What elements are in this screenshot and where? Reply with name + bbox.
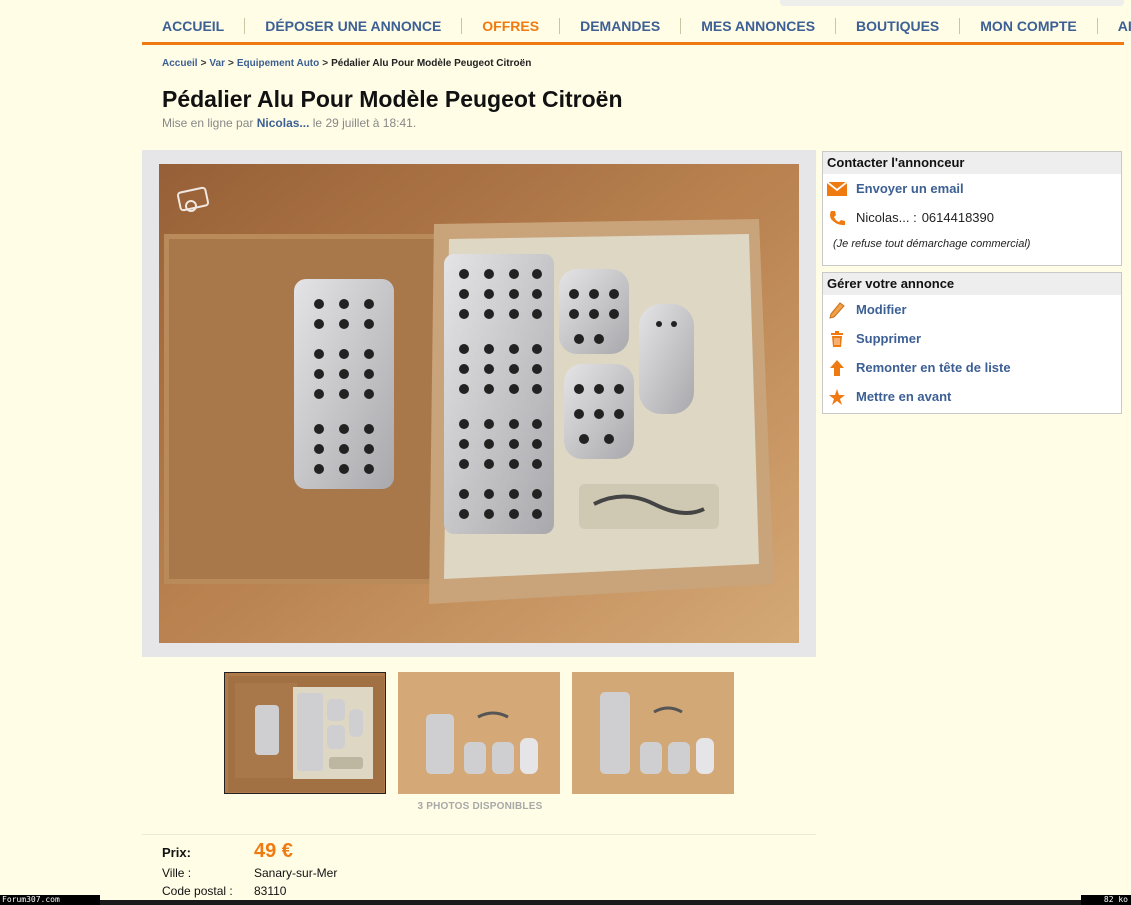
footer-size: 82 ko [1081,895,1131,905]
arrow-up-icon [827,359,847,377]
nav-offres[interactable]: OFFRES [462,18,561,34]
phone-icon [827,209,847,227]
pencil-icon [827,301,847,319]
footer-bar [100,900,1081,905]
nav-mes-annonces[interactable]: MES ANNONCES [681,18,837,34]
nav-boutiques[interactable]: BOUTIQUES [836,18,961,34]
feature-link[interactable]: Mettre en avant [856,389,951,404]
city-value: Sanary-sur-Mer [254,866,338,880]
delete-link[interactable]: Supprimer [856,331,921,346]
send-email-row[interactable]: Envoyer un email [823,174,1121,203]
photos-count: 3 PHOTOS DISPONIBLES [417,801,543,812]
phone-row: Nicolas... : 0614418390 [823,203,1121,232]
zip-label: Code postal : [162,884,233,898]
posted-date: le 29 juillet à 18:41. [312,116,417,130]
send-email-link[interactable]: Envoyer un email [856,181,964,196]
breadcrumb-home[interactable]: Accueil [162,58,198,69]
refuse-note: (Je refuse tout démarchage commercial) [833,238,1031,250]
breadcrumb-current: Pédalier Alu Pour Modèle Peugeot Citroën [331,58,532,69]
phone-name: Nicolas... : [856,210,917,225]
nav-deposer-annonce[interactable]: DÉPOSER UNE ANNONCE [245,18,463,34]
nav-aide[interactable]: AIDE [1098,18,1131,34]
top-shadow [780,0,1124,6]
details-divider [142,834,816,835]
posted-info: Mise en ligne par Nicolas... le 29 juill… [162,116,416,130]
breadcrumb-region[interactable]: Var [209,58,225,69]
envelope-icon [827,180,847,198]
price-label: Prix: [162,845,191,860]
nav-underline [142,42,1124,45]
breadcrumb-separator: > [228,58,234,69]
nav-mon-compte[interactable]: MON COMPTE [960,18,1098,34]
manage-heading: Gérer votre annonce [823,273,1121,295]
price-value: 49 € [254,840,293,862]
breadcrumb: Accueil > Var > Equipement Auto > Pédalier Alu… [162,58,531,69]
main-nav: ACCUEIL DÉPOSER UNE ANNONCE OFFRES DEMAN… [142,8,1131,44]
nav-demandes[interactable]: DEMANDES [560,18,682,34]
breadcrumb-category[interactable]: Equipement Auto [237,58,319,69]
trash-icon [827,330,847,348]
posted-prefix: Mise en ligne par [162,116,254,130]
author-link[interactable]: Nicolas... [257,116,310,130]
breadcrumb-separator: > [200,58,207,69]
thumbnail-1[interactable] [224,672,386,794]
thumbnail-3[interactable] [572,672,734,794]
phone-number: 0614418390 [921,210,994,225]
star-icon [827,388,847,406]
bump-row[interactable]: Remonter en tête de liste [823,353,1121,382]
zip-value: 83110 [254,884,287,898]
breadcrumb-separator: > [322,58,329,69]
feature-row[interactable]: Mettre en avant [823,382,1121,411]
manage-panel: Gérer votre annonce Modifier Supprimer R… [822,272,1122,414]
nav-accueil[interactable]: ACCUEIL [142,18,246,34]
main-photo-frame [142,150,816,657]
contact-heading: Contacter l'annonceur [823,152,1121,174]
main-photo[interactable] [159,164,799,643]
contact-panel: Contacter l'annonceur Envoyer un email N… [822,151,1122,266]
delete-row[interactable]: Supprimer [823,324,1121,353]
thumbnail-2[interactable] [398,672,560,794]
modify-row[interactable]: Modifier [823,295,1121,324]
modify-link[interactable]: Modifier [856,302,907,317]
bump-link[interactable]: Remonter en tête de liste [856,360,1011,375]
footer-watermark: Forum307.com [0,895,100,905]
city-label: Ville : [162,866,192,880]
page-title: Pédalier Alu Pour Modèle Peugeot Citroën [162,86,623,112]
